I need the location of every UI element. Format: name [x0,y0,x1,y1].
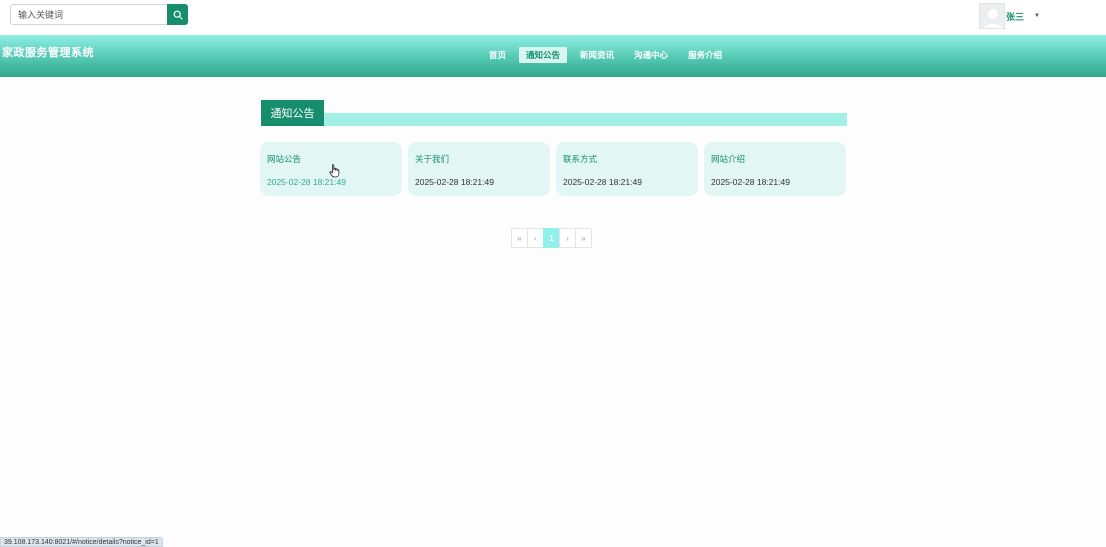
avatar[interactable] [979,3,1005,29]
search-bar [10,4,188,25]
notice-title[interactable]: 联系方式 [563,153,597,165]
header: 家政服务管理系统 首页 通知公告 新闻资讯 沟通中心 服务介绍 [0,35,1106,77]
section-divider [261,113,847,126]
notice-card[interactable]: 联系方式 2025-02-28 18:21:49 [556,142,698,196]
search-button[interactable] [167,4,188,25]
top-bar: 张三 ▼ [0,0,1106,35]
notice-card[interactable]: 关于我们 2025-02-28 18:21:49 [408,142,550,196]
page-next-button[interactable]: › [559,228,576,248]
main-nav: 首页 通知公告 新闻资讯 沟通中心 服务介绍 [482,47,735,63]
site-title: 家政服务管理系统 [2,47,94,59]
notice-card[interactable]: 网站介绍 2025-02-28 18:21:49 [704,142,846,196]
notice-date: 2025-02-28 18:21:49 [415,177,494,187]
nav-item-notices[interactable]: 通知公告 [519,47,568,63]
user-name[interactable]: 张三 [1006,10,1024,23]
nav-item-news[interactable]: 新闻资讯 [573,47,621,63]
notice-list: 网站公告 2025-02-28 18:21:49 关于我们 2025-02-28… [260,142,846,196]
status-bar-url: 39.108.173.140:8021/#/notice/details?not… [0,537,163,547]
notice-title[interactable]: 网站介绍 [711,153,745,165]
page-prev-button[interactable]: ‹ [527,228,544,248]
notice-date: 2025-02-28 18:21:49 [711,177,790,187]
search-icon [173,10,183,20]
page-first-button[interactable]: « [511,228,528,248]
pagination: « ‹ 1 › » [511,228,592,248]
section-title: 通知公告 [261,100,324,126]
page-last-button[interactable]: » [575,228,592,248]
notice-date: 2025-02-28 18:21:49 [267,177,346,187]
nav-item-home[interactable]: 首页 [482,47,513,63]
page-number-button[interactable]: 1 [543,228,560,248]
notice-card[interactable]: 网站公告 2025-02-28 18:21:49 [260,142,402,196]
section-header: 通知公告 [261,100,847,126]
caret-down-icon[interactable]: ▼ [1034,13,1040,19]
notice-title[interactable]: 网站公告 [267,153,301,165]
notice-date: 2025-02-28 18:21:49 [563,177,642,187]
user-menu[interactable]: 张三 ▼ [979,3,1040,29]
notice-title[interactable]: 关于我们 [415,153,449,165]
search-input[interactable] [10,4,167,25]
nav-item-services[interactable]: 服务介绍 [681,47,729,63]
nav-item-communication[interactable]: 沟通中心 [627,47,675,63]
avatar-icon [980,4,1004,28]
hand-cursor-icon [329,164,340,178]
